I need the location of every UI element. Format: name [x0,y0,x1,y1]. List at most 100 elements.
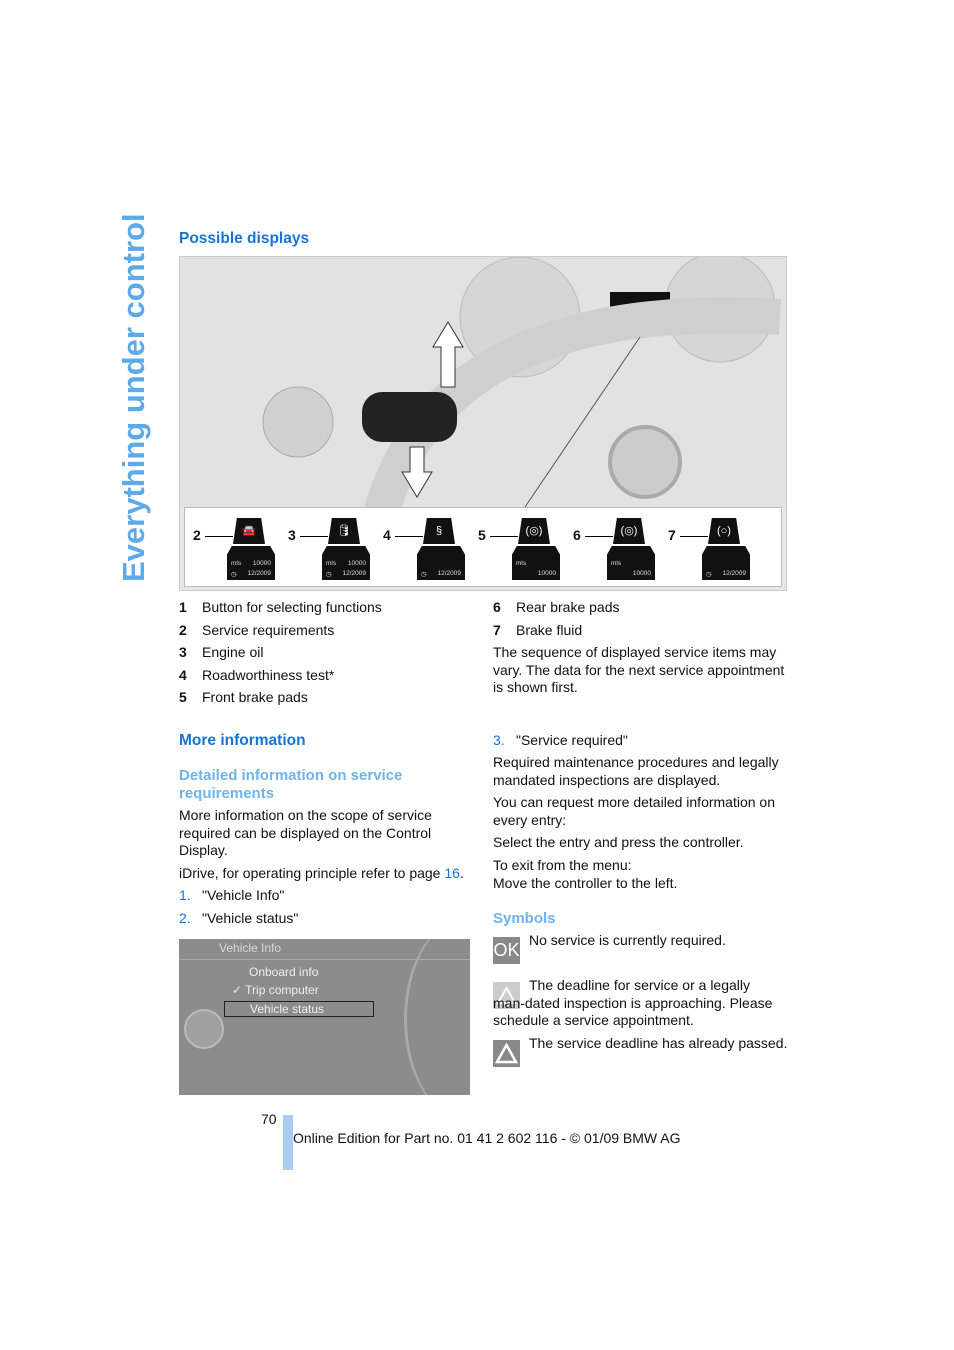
legend-text: Front brake pads [202,689,308,705]
step-text: "Service required" [516,732,628,748]
text: . [459,865,464,881]
display-readout: mls 10000 ◷ 12/2009 [322,546,370,580]
symbol-text: The deadline for service or a legally ma… [493,977,773,1028]
menu-item[interactable]: ✓ Trip computer [232,983,319,997]
menu-item[interactable]: Onboard info [249,965,318,979]
callout-number: 5 [478,527,486,543]
legend-number: 2 [179,621,187,638]
legend-number: 5 [179,689,187,705]
callout-line [585,536,613,537]
paragraph: Required maintenance procedures and lega… [493,754,779,788]
step-number: 3. [493,732,505,748]
clock-icon: ◷ [421,571,427,578]
miles: 10000 [537,570,556,577]
manual-page: Everything under control Possible displa… [0,0,954,1350]
paragraph: Move the controller to the left. [493,875,678,891]
paragraph: iDrive, for operating principle refer to… [179,865,464,883]
rear-brake-icon: (◎) [613,518,645,544]
display-readout: ◷ 12/2009 [417,546,465,580]
miles: 10000 [632,570,651,577]
clock-icon: ◷ [231,571,237,578]
legend-number: 6 [493,599,501,615]
step-number: 2. [179,910,191,926]
screen-title: Vehicle Info [219,941,282,955]
paragraph-car-icon: § [423,518,455,544]
legend-text: Service requirements [202,621,335,638]
miles: 10000 [252,560,271,567]
menu-label: Trip computer [245,983,319,997]
unit: mls [231,560,242,567]
footer-bar [283,1115,293,1170]
warning-triangle-icon [493,1040,520,1067]
callout-number: 6 [573,527,581,543]
car-lift-icon: 🚘 [233,518,265,544]
date: 12/2009 [247,570,272,577]
service-display: 2 🚘 mls 10000 ◷ 12/2009 [193,514,288,582]
menu-item-selected[interactable]: Vehicle status [224,1001,374,1017]
display-readout: mls 10000 [512,546,560,580]
clock-icon: ◷ [326,571,332,578]
step-text: "Vehicle Info" [202,887,285,903]
date: 12/2009 [342,570,367,577]
paragraph: More information on the scope of service… [179,807,432,858]
service-display: 4 § ◷ 12/2009 [383,514,478,582]
oil-can-icon: 🛢 [328,518,360,544]
callout-number: 3 [288,527,296,543]
display-strip: 2 🚘 mls 10000 ◷ 12/2009 3 🛢 mls 10000 ◷ 12/2009 4 § ◷ 1… [184,507,782,587]
callout-line [205,536,233,537]
display-readout: ◷ 12/2009 [702,546,750,580]
display-readout: mls 10000 [607,546,655,580]
step-text: "Vehicle status" [202,910,299,926]
service-display: 5 (◎) mls 10000 [478,514,573,582]
decor-arc [404,939,470,1095]
legend-number: 1 [179,599,187,615]
service-display: 7 (○) ◷ 12/2009 [668,514,763,582]
page-link[interactable]: 16 [444,865,460,881]
date: 12/2009 [437,570,462,577]
callout-line [300,536,328,537]
controller-icon [184,1009,224,1049]
paragraph: Select the entry and press the controlle… [493,834,744,850]
display-readout: mls 10000 ◷ 12/2009 [227,546,275,580]
date: 12/2009 [722,570,747,577]
legend-text: Brake fluid [516,621,583,638]
more-heading: More information [179,732,306,749]
section-heading: Possible displays [179,230,310,247]
footer-text: Online Edition for Part no. 01 41 2 602 … [293,1130,681,1146]
callout-line [395,536,423,537]
more-subheading: Detailed information on service requirem… [179,767,403,802]
miles: 10000 [347,560,366,567]
paragraph: You can request more detailed informatio… [493,794,775,828]
callout-line [490,536,518,537]
clock-icon: ◷ [706,571,712,578]
brake-fluid-icon: (○) [708,518,740,544]
symbols-heading: Symbols [493,910,556,927]
paragraph: To exit from the menu: [493,857,632,873]
note: The sequence of displayed service items … [493,644,785,695]
text: iDrive, for operating principle refer to… [179,865,445,881]
front-brake-icon: (◎) [518,518,550,544]
vehicle-info-screen: Vehicle Info Onboard info ✓ Trip compute… [179,939,470,1095]
legend-text: Engine oil [202,644,264,660]
legend-number: 7 [493,621,501,638]
step-number: 1. [179,887,191,903]
legend-text: Roadworthiness test* [202,666,335,683]
symbol-text: No service is currently required. [529,932,726,948]
service-display: 3 🛢 mls 10000 ◷ 12/2009 [288,514,383,582]
callout-number: 4 [383,527,391,543]
legend-text: Button for selecting functions [202,599,382,615]
service-display: 6 (◎) mls 10000 [573,514,668,582]
symbol-text: The service deadline has already passed. [529,1035,788,1051]
callout-number: 2 [193,527,201,543]
callout-line [680,536,708,537]
legend-text: Rear brake pads [516,599,620,615]
ok-icon: OK [493,937,520,964]
sidebar-title: Everything under control [116,213,151,582]
callout-number: 7 [668,527,676,543]
legend-number: 3 [179,644,187,660]
steering-wheel-illustration [180,257,786,522]
legend-number: 4 [179,666,187,683]
unit: mls [326,560,337,567]
unit: mls [611,560,622,567]
unit: mls [516,560,527,567]
